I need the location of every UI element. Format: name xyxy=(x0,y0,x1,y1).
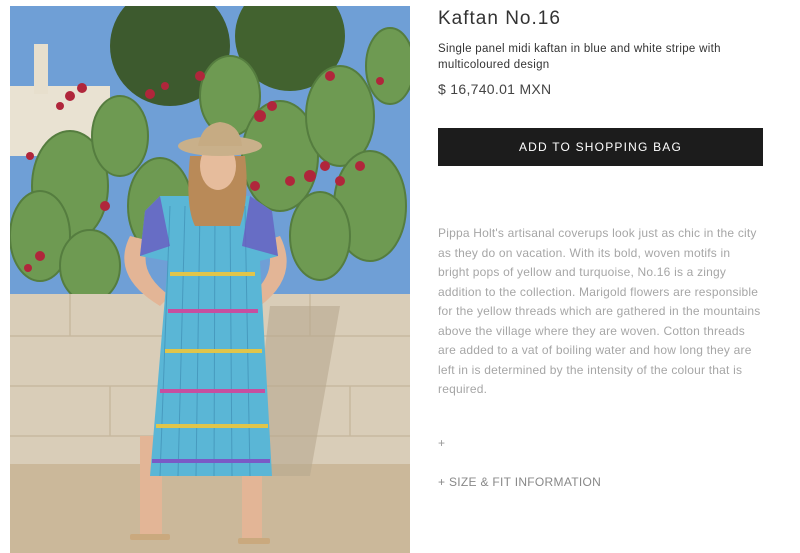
product-description: Pippa Holt's artisanal coverups look jus… xyxy=(438,226,761,396)
product-title: Kaftan No.16 xyxy=(438,8,561,29)
product-price: $ 16,740.01 MXN xyxy=(438,81,552,97)
expand-details-toggle[interactable]: + xyxy=(438,436,445,450)
add-to-shopping-bag-button[interactable]: ADD TO SHOPPING BAG xyxy=(438,128,763,166)
size-fit-information-toggle[interactable]: + SIZE & FIT INFORMATION xyxy=(438,475,601,489)
product-photo[interactable] xyxy=(10,6,410,553)
product-subtitle: Single panel midi kaftan in blue and whi… xyxy=(438,43,721,71)
